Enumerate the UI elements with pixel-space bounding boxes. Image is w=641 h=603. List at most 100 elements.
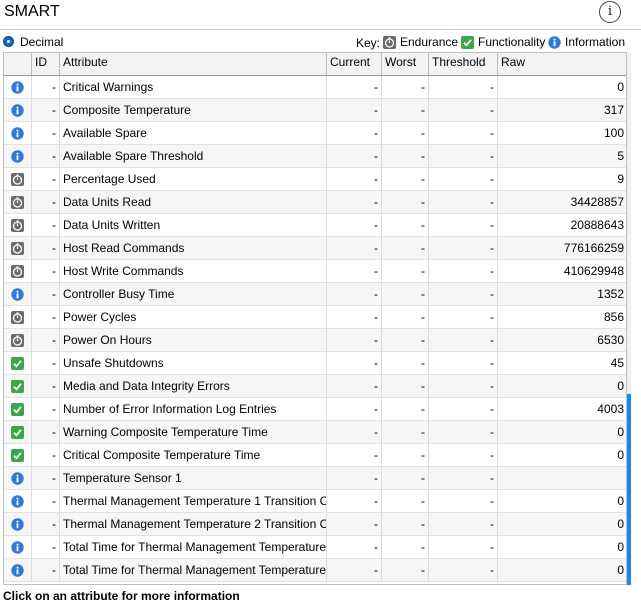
- row-type-cell: [4, 490, 32, 513]
- info-icon: [11, 103, 24, 117]
- row-threshold: -: [429, 260, 498, 283]
- info-icon: i: [607, 4, 613, 19]
- row-threshold: -: [429, 329, 498, 352]
- row-type-cell: [4, 421, 32, 444]
- row-id: -: [32, 536, 60, 559]
- table-row[interactable]: - Data Units Written - - -20888643: [4, 214, 626, 237]
- header-id[interactable]: ID: [32, 53, 60, 75]
- row-worst: -: [382, 559, 429, 582]
- row-attribute: Available Spare: [60, 122, 327, 145]
- table-row[interactable]: - Thermal Management Temperature 2 Transi…: [4, 513, 626, 536]
- header-worst[interactable]: Worst: [382, 53, 429, 75]
- table-row[interactable]: - Host Read Commands - - -776166259: [4, 237, 626, 260]
- table-row[interactable]: - Number of Error Information Log Entries…: [4, 398, 626, 421]
- row-worst: -: [382, 490, 429, 513]
- row-current: -: [327, 76, 382, 99]
- row-threshold: -: [429, 559, 498, 582]
- table-row[interactable]: - Available Spare Threshold - - -5: [4, 145, 626, 168]
- row-raw: 0: [498, 513, 626, 536]
- row-id: -: [32, 559, 60, 582]
- header-current[interactable]: Current: [327, 53, 382, 75]
- key-functionality-label: Functionality: [478, 35, 546, 49]
- header-threshold[interactable]: Threshold: [429, 53, 498, 75]
- table-row[interactable]: - Thermal Management Temperature 1 Transi…: [4, 490, 626, 513]
- table-row[interactable]: - Host Write Commands - - -410629948: [4, 260, 626, 283]
- row-worst: -: [382, 398, 429, 421]
- stopwatch-icon: [11, 172, 24, 186]
- row-current: -: [327, 122, 382, 145]
- row-id: -: [32, 214, 60, 237]
- row-worst: -: [382, 536, 429, 559]
- row-raw: 0: [498, 536, 626, 559]
- row-threshold: -: [429, 375, 498, 398]
- table-row[interactable]: - Available Spare - - -100: [4, 122, 626, 145]
- row-threshold: -: [429, 306, 498, 329]
- info-icon: [11, 563, 24, 577]
- row-raw: 0: [498, 559, 626, 582]
- row-threshold: -: [429, 352, 498, 375]
- row-worst: -: [382, 513, 429, 536]
- row-threshold: -: [429, 283, 498, 306]
- smart-table: ID Attribute Current Worst Threshold Raw…: [3, 52, 627, 585]
- row-threshold: -: [429, 99, 498, 122]
- header-raw[interactable]: Raw: [498, 53, 626, 75]
- row-threshold: -: [429, 237, 498, 260]
- table-row[interactable]: - Total Time for Thermal Management Tempe…: [4, 559, 626, 582]
- table-row[interactable]: - Critical Composite Temperature Time - - -0: [4, 444, 626, 467]
- table-row[interactable]: - Data Units Read - - -34428857: [4, 191, 626, 214]
- row-threshold: -: [429, 536, 498, 559]
- row-worst: -: [382, 306, 429, 329]
- row-worst: -: [382, 99, 429, 122]
- table-row[interactable]: - Unsafe Shutdowns - - -45: [4, 352, 626, 375]
- row-current: -: [327, 398, 382, 421]
- table-row[interactable]: - Controller Busy Time - - -1352: [4, 283, 626, 306]
- table-row[interactable]: - Temperature Sensor 1---: [4, 467, 626, 490]
- info-button[interactable]: i: [599, 1, 621, 23]
- table-row[interactable]: - Power Cycles - - -856: [4, 306, 626, 329]
- row-worst: -: [382, 283, 429, 306]
- row-worst: -: [382, 375, 429, 398]
- info-icon: [11, 126, 24, 140]
- table-row[interactable]: - Percentage Used - - -9: [4, 168, 626, 191]
- table-row[interactable]: - Total Time for Thermal Management Tempe…: [4, 536, 626, 559]
- scrollbar-thumb[interactable]: [627, 394, 631, 585]
- checkmark-icon: [11, 379, 24, 393]
- row-threshold: -: [429, 145, 498, 168]
- row-current: -: [327, 237, 382, 260]
- row-attribute: Thermal Management Temperature 2 Transit…: [60, 513, 327, 536]
- row-current: -: [327, 168, 382, 191]
- row-threshold: -: [429, 122, 498, 145]
- checkmark-icon: [11, 402, 24, 416]
- stopwatch-icon: [383, 35, 396, 49]
- decimal-label[interactable]: Decimal: [20, 35, 63, 49]
- row-id: -: [32, 329, 60, 352]
- table-row[interactable]: - Media and Data Integrity Errors - - -0: [4, 375, 626, 398]
- row-raw: 45: [498, 352, 626, 375]
- row-id: -: [32, 398, 60, 421]
- options-bar: Decimal Key: Endurance Functionality Inf…: [0, 32, 641, 52]
- row-type-cell: [4, 559, 32, 582]
- row-type-cell: [4, 283, 32, 306]
- row-current: -: [327, 260, 382, 283]
- scrollbar[interactable]: [627, 52, 631, 585]
- table-row[interactable]: - Composite Temperature - - -317: [4, 99, 626, 122]
- row-attribute: Available Spare Threshold: [60, 145, 327, 168]
- row-worst: -: [382, 329, 429, 352]
- row-type-cell: [4, 352, 32, 375]
- header-attribute[interactable]: Attribute: [60, 53, 327, 75]
- row-raw: 0: [498, 421, 626, 444]
- row-type-cell: [4, 237, 32, 260]
- row-threshold: -: [429, 444, 498, 467]
- decimal-radio[interactable]: [3, 36, 14, 47]
- stopwatch-icon: [11, 195, 24, 209]
- row-raw: 856: [498, 306, 626, 329]
- row-threshold: -: [429, 214, 498, 237]
- table-row[interactable]: - Warning Composite Temperature Time - - -0: [4, 421, 626, 444]
- row-id: -: [32, 76, 60, 99]
- row-raw: 0: [498, 490, 626, 513]
- table-row[interactable]: - Power On Hours - - -6530: [4, 329, 626, 352]
- row-id: -: [32, 145, 60, 168]
- row-attribute: Composite Temperature: [60, 99, 327, 122]
- table-row[interactable]: - Critical Warnings - - -0: [4, 76, 626, 99]
- row-raw: 20888643: [498, 214, 626, 237]
